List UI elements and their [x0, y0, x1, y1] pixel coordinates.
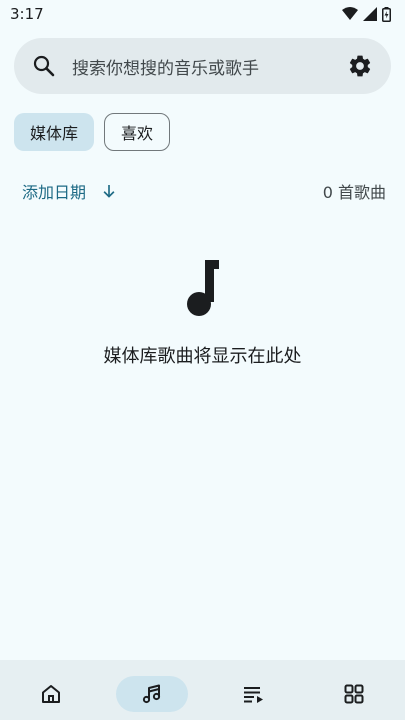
nav-playlist[interactable] [217, 676, 289, 712]
bottom-nav [0, 660, 405, 720]
nav-more[interactable] [318, 676, 390, 712]
wifi-icon [342, 7, 358, 20]
gear-icon[interactable] [347, 53, 373, 79]
status-icons [342, 6, 391, 22]
battery-icon [382, 6, 391, 22]
empty-message: 媒体库歌曲将显示在此处 [103, 346, 302, 367]
chip-favorites-label: 喜欢 [121, 124, 154, 143]
sort-button[interactable]: 添加日期 [22, 179, 118, 203]
nav-home[interactable] [15, 676, 87, 712]
arrow-down-icon [103, 185, 115, 198]
home-icon [41, 685, 60, 703]
status-time: 3:17 [10, 5, 44, 23]
sort-row: 添加日期 0 首歌曲 [22, 176, 386, 206]
search-input[interactable]: 搜索你想搜的音乐或歌手 [72, 54, 347, 79]
playlist-icon [244, 687, 264, 703]
chip-library[interactable]: 媒体库 [14, 113, 95, 151]
chip-library-label: 媒体库 [30, 124, 79, 143]
grid-apps-icon [344, 684, 364, 704]
sort-label: 添加日期 [22, 183, 87, 202]
filter-chips: 媒体库 喜欢 [14, 113, 171, 151]
empty-state: 媒体库歌曲将显示在此处 [0, 258, 405, 368]
music-note-icon [186, 260, 219, 316]
song-count: 0 首歌曲 [322, 183, 386, 202]
chip-favorites[interactable]: 喜欢 [104, 113, 171, 151]
search-bar[interactable]: 搜索你想搜的音乐或歌手 [14, 38, 391, 94]
search-icon [33, 55, 55, 77]
signal-icon [363, 7, 377, 21]
status-bar: 3:17 [0, 0, 405, 28]
music-library-icon [142, 684, 160, 704]
nav-library[interactable] [115, 676, 188, 712]
